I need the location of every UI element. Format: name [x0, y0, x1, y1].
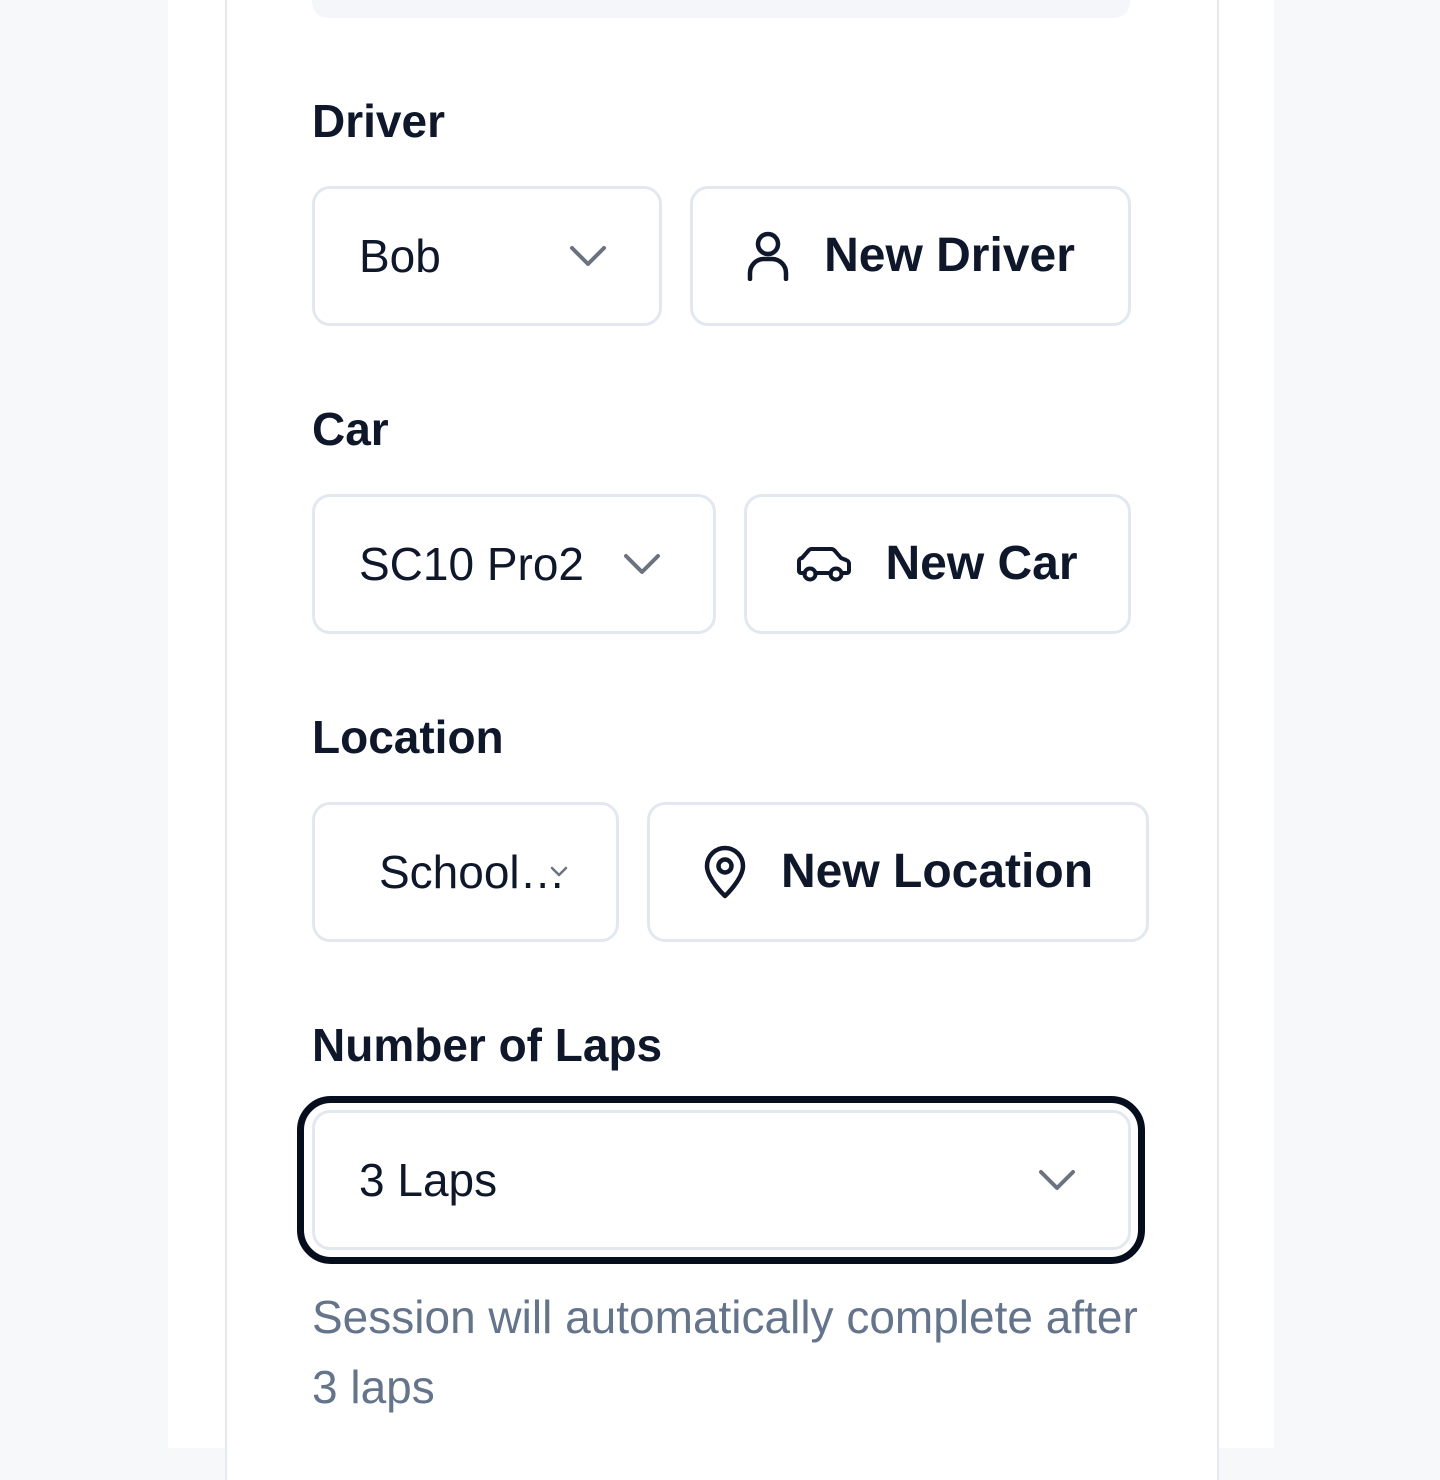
map-pin-icon — [704, 845, 746, 899]
chevron-down-icon — [570, 246, 606, 266]
chevron-down-icon — [550, 866, 568, 877]
new-driver-label: New Driver — [824, 229, 1075, 282]
laps-select[interactable]: 3 Laps — [312, 1110, 1131, 1250]
new-car-label: New Car — [885, 537, 1078, 590]
new-location-button[interactable]: New Location — [647, 802, 1149, 942]
laps-helper-text: Session will automatically complete afte… — [312, 1291, 1138, 1413]
car-icon — [797, 547, 852, 582]
location-select-value: School… — [379, 846, 566, 898]
driver-label: Driver — [312, 95, 445, 147]
user-icon — [747, 231, 789, 281]
laps-label: Number of Laps — [312, 1019, 663, 1071]
car-select[interactable]: SC10 Pro2 — [312, 494, 716, 634]
chevron-down-icon — [624, 554, 660, 574]
laps-select-value: 3 Laps — [359, 1154, 498, 1206]
chevron-down-icon — [1039, 1170, 1075, 1190]
new-driver-button[interactable]: New Driver — [690, 186, 1131, 326]
previous-field-remnant — [312, 0, 1130, 18]
new-location-label: New Location — [780, 845, 1094, 898]
location-label: Location — [312, 711, 504, 763]
driver-select-value: Bob — [359, 230, 441, 282]
location-select[interactable]: School… — [312, 802, 619, 942]
car-label: Car — [312, 403, 389, 455]
new-car-button[interactable]: New Car — [744, 494, 1131, 634]
car-select-value: SC10 Pro2 — [359, 538, 585, 590]
driver-select[interactable]: Bob — [312, 186, 662, 326]
